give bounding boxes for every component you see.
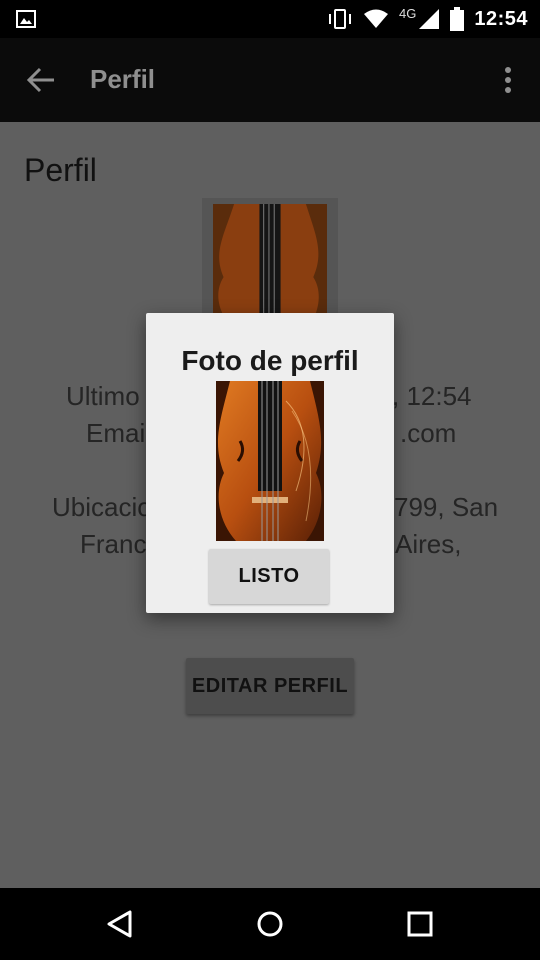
- app-bar-title: Perfil: [90, 64, 156, 94]
- violin-photo: [216, 381, 324, 541]
- location-country: Aires,: [395, 529, 462, 559]
- last-seen-time: , 12:54: [392, 381, 472, 411]
- network-type-label: 4G: [399, 5, 417, 21]
- clock: 12:54: [474, 7, 528, 30]
- ok-button[interactable]: LISTO: [209, 549, 329, 604]
- status-bar: 4G 12:54: [0, 0, 540, 38]
- edit-profile-button[interactable]: EDITAR PERFIL: [186, 658, 354, 714]
- wifi-icon: [364, 9, 388, 28]
- back-triangle-icon[interactable]: [104, 908, 136, 940]
- location-city: Franc: [80, 529, 147, 559]
- app-bar: Perfil: [0, 38, 540, 122]
- email-domain: .com: [400, 418, 457, 448]
- arrow-back-icon[interactable]: [26, 64, 58, 96]
- profile-photo-dialog: Foto de perfil LISTO: [146, 313, 394, 613]
- more-vert-icon[interactable]: [504, 66, 512, 94]
- dialog-title: Foto de perfil: [181, 345, 359, 376]
- location-address: 799, San: [394, 492, 499, 522]
- home-circle-icon[interactable]: [254, 908, 286, 940]
- email-label: Emai: [86, 418, 146, 448]
- recents-square-icon[interactable]: [404, 908, 436, 940]
- location-label: Ubicacio: [52, 492, 152, 522]
- signal-icon: [419, 9, 440, 29]
- last-seen-label: Ultimo: [66, 381, 140, 411]
- vibrate-icon: [329, 9, 351, 29]
- page-title: Perfil: [24, 152, 97, 188]
- navigation-bar: [0, 888, 540, 960]
- gallery-icon: [16, 10, 36, 28]
- battery-icon: [450, 7, 465, 31]
